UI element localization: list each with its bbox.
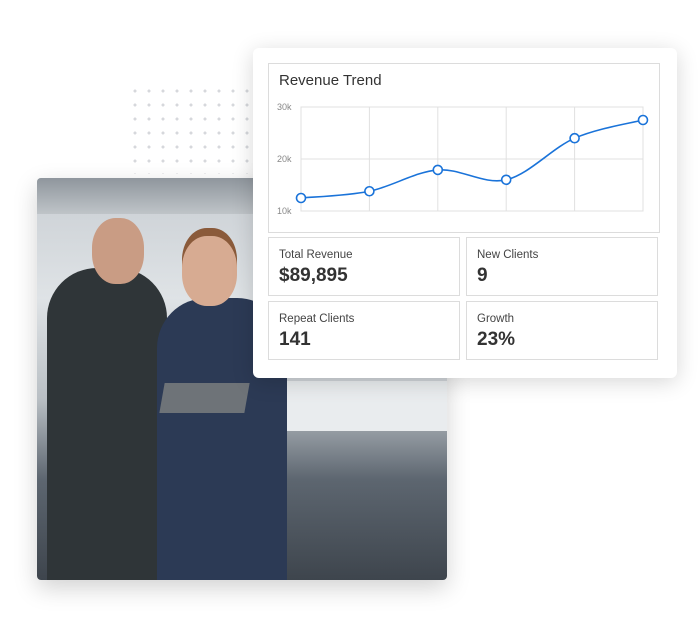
data-point xyxy=(637,114,649,126)
kpi-value: 23% xyxy=(477,329,516,350)
y-tick-label: 20k xyxy=(277,154,292,164)
photo-woman-head xyxy=(182,236,237,306)
dashboard-card: Revenue Trend 30k 20k 10k Total Revenue $8… xyxy=(253,48,677,378)
photo-tablet xyxy=(159,383,250,413)
y-tick-label: 10k xyxy=(277,206,292,216)
data-point xyxy=(295,192,307,204)
photo-man-head xyxy=(92,218,144,284)
kpi-value: $89,895 xyxy=(279,265,348,286)
revenue-trend-chart: Revenue Trend 30k 20k 10k xyxy=(268,63,660,233)
kpi-label: Growth xyxy=(477,313,515,325)
data-point xyxy=(500,174,512,186)
y-tick-label: 30k xyxy=(277,102,292,112)
kpi-value: 9 xyxy=(477,265,488,286)
kpi-label: Total Revenue xyxy=(279,249,353,261)
photo-desk xyxy=(287,378,447,431)
data-point xyxy=(364,185,375,197)
kpi-label: New Clients xyxy=(477,249,539,261)
data-point xyxy=(432,164,444,176)
photo-man xyxy=(47,268,167,580)
kpi-label: Repeat Clients xyxy=(279,313,355,325)
kpi-growth: Growth 23% xyxy=(466,301,658,360)
kpi-new-clients: New Clients 9 xyxy=(466,237,658,296)
data-point xyxy=(569,132,580,144)
decorative-dot-grid xyxy=(128,84,253,174)
kpi-value: 141 xyxy=(279,329,311,350)
kpi-repeat-clients: Repeat Clients 141 xyxy=(268,301,460,360)
kpi-total-revenue: Total Revenue $89,895 xyxy=(268,237,460,296)
chart-svg: 30k 20k 10k xyxy=(277,102,649,216)
